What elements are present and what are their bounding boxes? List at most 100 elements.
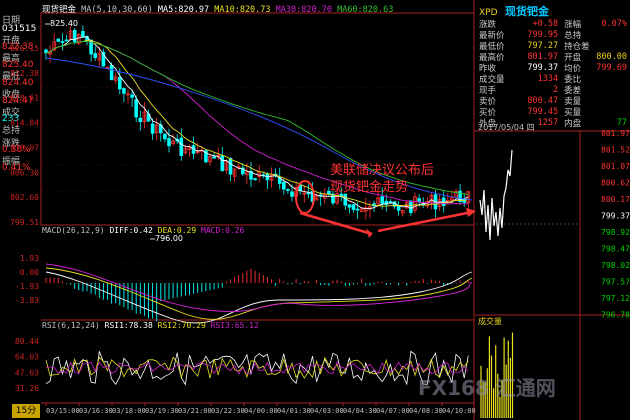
candle-body	[380, 196, 384, 204]
time-tick-label: 03/16:30	[79, 407, 113, 415]
quote-row: 成交量 1334 委比	[477, 73, 627, 85]
time-tick-label: 04/00:00	[244, 407, 278, 415]
candle-body	[60, 41, 65, 44]
instrument-code: XPD	[479, 8, 498, 18]
y-tick-label: -1.93	[15, 282, 39, 291]
time-tick-label: 04/04:30	[343, 407, 377, 415]
candle-body	[355, 208, 360, 211]
candle-body	[228, 158, 233, 175]
candle-body	[417, 198, 421, 202]
quote-row: 买价 799.45 买量	[477, 106, 627, 118]
y-tick-label: 810.07	[10, 143, 39, 152]
y-tick-label: -3.83	[15, 296, 39, 305]
rsi-header: RSI(6,12,24) RSI1:78.38 RSI2:70.29 RSI3:…	[42, 321, 259, 330]
time-tick-label: 04/10:00	[442, 407, 476, 415]
time-axis: 03/15:00 03/16:30 03/18:00 03/19:30 03/21:00…	[45, 403, 476, 415]
quote-row: 昨收 799.37 均价 799.69	[477, 62, 628, 74]
quote-row: 卖价 800.47 卖量	[477, 95, 627, 107]
time-tick-label: 03/21:00	[178, 407, 212, 415]
candle-body	[93, 53, 98, 58]
y-tick-label: 47.63	[15, 368, 39, 377]
quote-row: 最高价 801.97 开盘 800.00	[477, 51, 628, 63]
time-tick-label: 04/08:30	[409, 407, 443, 415]
time-tick-label: 03/15:00	[46, 407, 80, 415]
candle-body	[167, 138, 171, 147]
high-marker: 825.40	[50, 19, 78, 28]
y-tick-label: 818.61	[10, 94, 39, 103]
rsi-y-axis: 80.44 64.03 47.63 31.26	[15, 337, 39, 393]
candle-body	[72, 29, 77, 42]
macd-label: MACD(26,12,9)	[42, 226, 105, 235]
candle-body	[286, 189, 290, 191]
quote-value: 801.97	[527, 51, 559, 62]
quote-value: 800.47	[527, 95, 559, 106]
candle-body	[396, 205, 401, 211]
candle-body	[281, 181, 286, 190]
candle-body	[138, 117, 143, 122]
annotation-text: 美联储决议公布后 现货钯金走势	[330, 162, 434, 196]
candle-body	[150, 123, 155, 134]
y-tick-label: 1.93	[20, 254, 39, 263]
time-tick-label: 04/03:00	[310, 407, 344, 415]
candle-body	[163, 133, 167, 140]
time-tick-label: 03/19:30	[145, 407, 179, 415]
candle-body	[122, 88, 126, 94]
y-tick-label: 31.26	[15, 384, 39, 393]
mini-chart-header: 2017/05/04 四	[478, 122, 535, 133]
candle-body	[134, 99, 139, 118]
rsi-indicator	[45, 350, 469, 386]
quote-row: 最新价 799.95 总持	[477, 29, 627, 41]
quote-value: 797.27	[527, 40, 559, 51]
y-tick-label: 822.38	[10, 69, 39, 78]
quote-value: 799.69	[596, 62, 628, 73]
macd-indicator	[45, 263, 473, 324]
quote-value: 799.45	[527, 106, 559, 117]
rsi3-value: RSI3:65.12	[210, 321, 259, 330]
candle-body	[409, 200, 413, 213]
quote-label: 内盘	[564, 118, 582, 129]
candle-body	[109, 64, 114, 81]
instrument-name: 现货钯金	[505, 5, 550, 18]
y-tick-label: 799.51	[10, 218, 39, 227]
rsi-label: RSI(6,12,24)	[42, 321, 100, 330]
y-tick-label: 826.15	[10, 44, 39, 53]
quote-value: 1334	[537, 73, 559, 84]
quote-value: 799.37	[527, 62, 559, 73]
candle-body	[347, 204, 352, 208]
quote-value: 800.00	[596, 51, 628, 62]
annotation-arrow-up	[377, 210, 473, 233]
quote-value: 799.95	[527, 29, 559, 40]
period-tab-15min[interactable]: 15分	[12, 404, 40, 418]
quote-value: 0.07%	[601, 18, 628, 29]
y-tick-label: 80.44	[15, 337, 39, 346]
macd-line	[45, 263, 473, 312]
y-tick-label: 806.30	[10, 168, 39, 177]
macd-value: MACD:0.26	[201, 226, 245, 235]
candle-body	[118, 76, 122, 90]
watermark-logo: FX168 汇通网	[418, 376, 556, 400]
quote-value: 2	[552, 84, 559, 95]
rsi1-value: RSI1:78.38	[104, 321, 153, 330]
candle-body	[253, 178, 257, 181]
rsi-line	[45, 356, 469, 380]
main-y-axis: 826.15 822.38 818.61 814.84 810.07 806.30 802.…	[10, 44, 39, 227]
time-tick-label: 04/01:30	[277, 407, 311, 415]
y-tick-label: 802.60	[10, 193, 39, 202]
low-marker: 796.00	[155, 234, 183, 243]
quote-row: 最低价 797.27 持仓差	[477, 40, 627, 52]
macd-dea: DEA:0.29	[157, 226, 197, 235]
y-tick-label: 64.03	[15, 353, 39, 362]
macd-header: MACD(26,12,9) DIFF:0.42 DEA:0.29 MACD:0.…	[42, 226, 244, 235]
candle-body	[212, 156, 216, 159]
candle-body	[64, 39, 69, 42]
time-tick-label: 04/07:00	[376, 407, 410, 415]
quote-value: +0.58	[532, 18, 559, 29]
quote-row: 现手 2 委差	[477, 84, 627, 96]
candle-body	[81, 31, 85, 38]
annotation-line-2: 现货钯金走势	[330, 180, 409, 195]
candle-body	[56, 38, 61, 42]
y-tick-label: 0.00	[20, 268, 39, 277]
mini-chart-date: 2017/05/04	[478, 123, 525, 132]
time-tick-label: 03/18:00	[112, 407, 146, 415]
kline-chart-window[interactable]: 日期 031515 开盘 822.38 最高 825.40 最低 824.40 …	[0, 0, 630, 420]
